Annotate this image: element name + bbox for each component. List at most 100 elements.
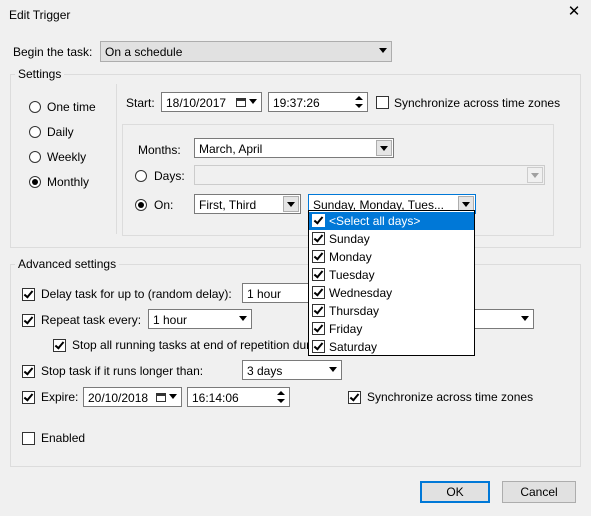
cancel-button[interactable]: Cancel xyxy=(502,481,576,503)
chevron-down-icon xyxy=(239,316,247,321)
sync-timezones-label: Synchronize across time zones xyxy=(394,96,561,110)
stop-if-label: Stop task if it runs longer than: xyxy=(41,364,204,378)
chevron-down-icon xyxy=(531,173,539,178)
select-all-label: <Select all days> xyxy=(329,214,421,228)
radio-daily-label: Daily xyxy=(47,125,74,139)
delay-value: 1 hour xyxy=(247,287,282,301)
radio-on[interactable] xyxy=(135,199,147,211)
months-value: March, April xyxy=(199,142,263,156)
radio-days[interactable] xyxy=(135,170,147,182)
expire-label: Expire: xyxy=(41,390,79,404)
spin-down-icon[interactable] xyxy=(274,397,288,405)
time-spinner[interactable] xyxy=(274,389,288,405)
spin-down-icon[interactable] xyxy=(352,102,366,110)
start-time-field[interactable]: 19:37:26 xyxy=(268,92,368,112)
chevron-down-icon xyxy=(521,316,529,321)
radio-weekly[interactable] xyxy=(29,151,41,163)
radio-monthly[interactable] xyxy=(29,176,41,188)
ok-button[interactable]: OK xyxy=(420,481,490,503)
tuesday-label: Tuesday xyxy=(329,268,375,282)
time-spinner[interactable] xyxy=(352,94,366,110)
begin-task-value: On a schedule xyxy=(105,45,183,59)
stop-if-select[interactable]: 3 days xyxy=(242,360,342,380)
list-item-friday[interactable]: Friday xyxy=(309,320,474,338)
repeat-value: 1 hour xyxy=(153,313,188,327)
settings-legend: Settings xyxy=(15,67,65,81)
repeat-label: Repeat task every: xyxy=(41,313,142,327)
months-dropdown-button[interactable] xyxy=(376,140,392,156)
wednesday-label: Wednesday xyxy=(329,286,393,300)
monday-checkbox[interactable] xyxy=(312,250,325,263)
list-item-wednesday[interactable]: Wednesday xyxy=(309,284,474,302)
chevron-down-icon[interactable] xyxy=(249,99,257,104)
list-item-tuesday[interactable]: Tuesday xyxy=(309,266,474,284)
expire-date-picker[interactable]: 20/10/2018 xyxy=(83,387,182,407)
chevron-down-icon xyxy=(329,367,337,372)
list-item-saturday[interactable]: Saturday xyxy=(309,338,474,356)
days-dropdown-list[interactable]: <Select all days> Sunday Monday Tuesday … xyxy=(308,210,475,356)
repeat-select[interactable]: 1 hour xyxy=(148,309,252,329)
select-all-checkbox[interactable] xyxy=(312,214,325,227)
monday-label: Monday xyxy=(329,250,372,264)
list-item-monday[interactable]: Monday xyxy=(309,248,474,266)
enabled-checkbox[interactable] xyxy=(22,432,35,445)
tuesday-checkbox[interactable] xyxy=(312,268,325,281)
sunday-label: Sunday xyxy=(329,232,370,246)
start-label: Start: xyxy=(126,96,155,110)
on-week-dropdown-button[interactable] xyxy=(283,196,299,212)
chevron-down-icon xyxy=(380,146,388,151)
saturday-label: Saturday xyxy=(329,340,378,354)
spin-up-icon[interactable] xyxy=(274,389,288,397)
radio-weekly-label: Weekly xyxy=(47,150,87,164)
stop-if-value: 3 days xyxy=(247,364,283,378)
months-select[interactable]: March, April xyxy=(194,138,394,158)
stop-all-label: Stop all running tasks at end of repetit… xyxy=(72,338,311,352)
calendar-icon[interactable] xyxy=(156,393,166,402)
delay-label: Delay task for up to (random delay): xyxy=(41,287,232,301)
sync-timezones-checkbox[interactable] xyxy=(376,96,389,109)
settings-divider xyxy=(116,84,117,234)
repeat-checkbox[interactable] xyxy=(22,314,35,327)
months-label: Months: xyxy=(138,143,181,157)
radio-daily[interactable] xyxy=(29,126,41,138)
stop-if-checkbox[interactable] xyxy=(22,365,35,378)
enabled-label: Enabled xyxy=(41,431,86,445)
stop-all-checkbox[interactable] xyxy=(53,339,66,352)
start-time-value: 19:37:26 xyxy=(273,96,320,110)
chevron-down-icon[interactable] xyxy=(169,394,177,399)
start-date-value: 18/10/2017 xyxy=(166,96,227,110)
repeat-duration-select[interactable] xyxy=(474,309,534,329)
thursday-checkbox[interactable] xyxy=(312,304,325,317)
days-label: Days: xyxy=(154,169,185,183)
expire-checkbox[interactable] xyxy=(22,391,35,404)
calendar-icon[interactable] xyxy=(236,98,246,107)
expire-time-value: 16:14:06 xyxy=(192,391,239,405)
chevron-down-icon xyxy=(462,202,470,207)
start-date-picker[interactable]: 18/10/2017 xyxy=(161,92,262,112)
list-item-select-all[interactable]: <Select all days> xyxy=(309,212,474,230)
on-week-select[interactable]: First, Third xyxy=(194,194,301,214)
saturday-checkbox[interactable] xyxy=(312,340,325,353)
wednesday-checkbox[interactable] xyxy=(312,286,325,299)
window-title: Edit Trigger xyxy=(9,8,71,22)
close-icon[interactable]: ✕ xyxy=(566,4,582,20)
delay-checkbox[interactable] xyxy=(22,288,35,301)
sunday-checkbox[interactable] xyxy=(312,232,325,245)
advanced-legend: Advanced settings xyxy=(15,257,120,271)
expire-time-field[interactable]: 16:14:06 xyxy=(187,387,290,407)
spin-up-icon[interactable] xyxy=(352,94,366,102)
begin-task-select[interactable]: On a schedule xyxy=(100,41,392,62)
list-item-sunday[interactable]: Sunday xyxy=(309,230,474,248)
expire-sync-label: Synchronize across time zones xyxy=(367,390,534,404)
chevron-down-icon xyxy=(287,202,295,207)
begin-task-label: Begin the task: xyxy=(13,45,93,59)
friday-label: Friday xyxy=(329,322,363,336)
friday-checkbox[interactable] xyxy=(312,322,325,335)
days-select xyxy=(194,165,545,185)
thursday-label: Thursday xyxy=(329,304,380,318)
chevron-down-icon xyxy=(379,48,387,53)
expire-sync-checkbox[interactable] xyxy=(348,391,361,404)
radio-one-time-label: One time xyxy=(47,100,96,114)
radio-one-time[interactable] xyxy=(29,101,41,113)
list-item-thursday[interactable]: Thursday xyxy=(309,302,474,320)
